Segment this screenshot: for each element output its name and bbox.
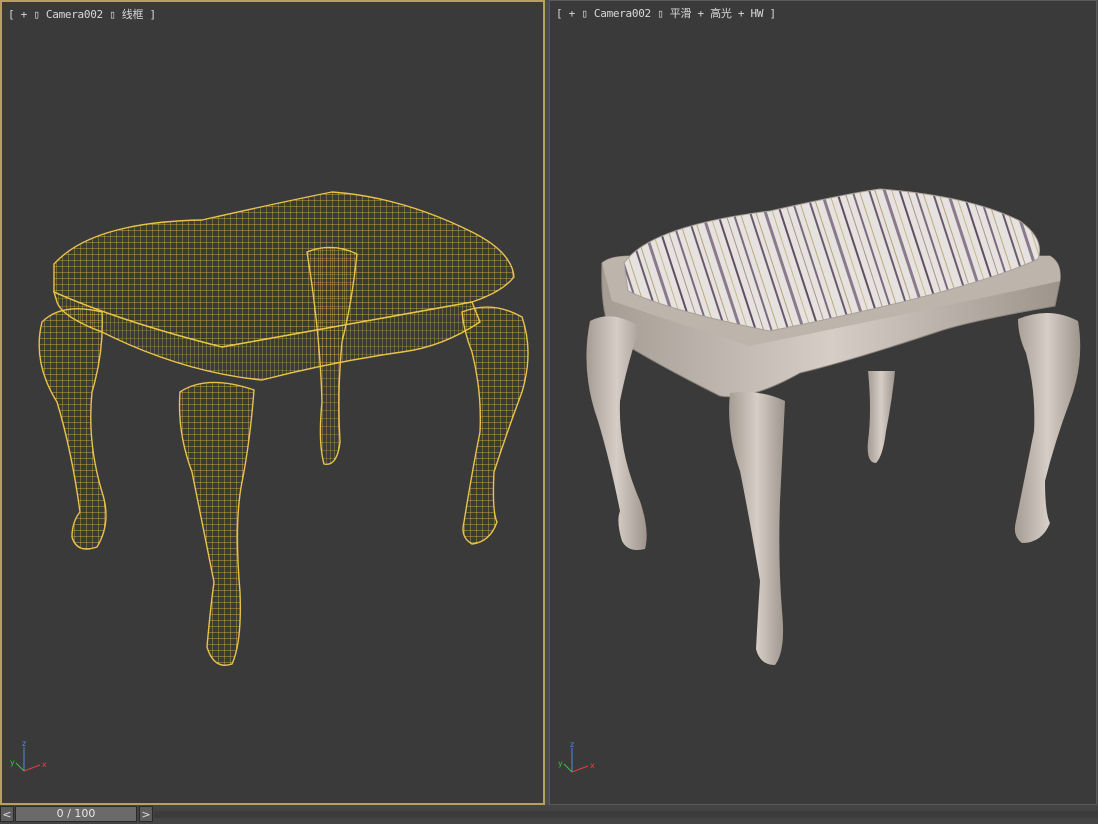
time-slider-track[interactable]: [154, 811, 1098, 818]
xyz-axis-icon: z x y: [10, 739, 47, 772]
axis-label-y: y: [10, 758, 15, 767]
next-frame-button[interactable]: >: [139, 806, 153, 822]
viewport-camera-shaded[interactable]: [ + ▯ Camera002 ▯ 平滑 + 高光 + HW ] z x y: [549, 0, 1097, 805]
stool-wireframe-model: [38, 191, 529, 666]
stool-shaded-model: [586, 188, 1081, 665]
axis-label-z: z: [22, 739, 26, 748]
xyz-axis-icon: z x y: [558, 740, 595, 773]
time-slider-thumb[interactable]: 0 / 100: [15, 806, 137, 822]
axis-label-x: x: [590, 761, 595, 770]
axis-label-x: x: [42, 760, 47, 769]
time-slider-bar: < 0 / 100 >: [0, 805, 1098, 824]
viewport-camera-wireframe[interactable]: [ + ▯ Camera002 ▯ 线框 ] z x y: [0, 0, 545, 805]
axis-label-z: z: [570, 740, 574, 749]
prev-frame-button[interactable]: <: [0, 806, 14, 822]
axis-label-y: y: [558, 759, 563, 768]
